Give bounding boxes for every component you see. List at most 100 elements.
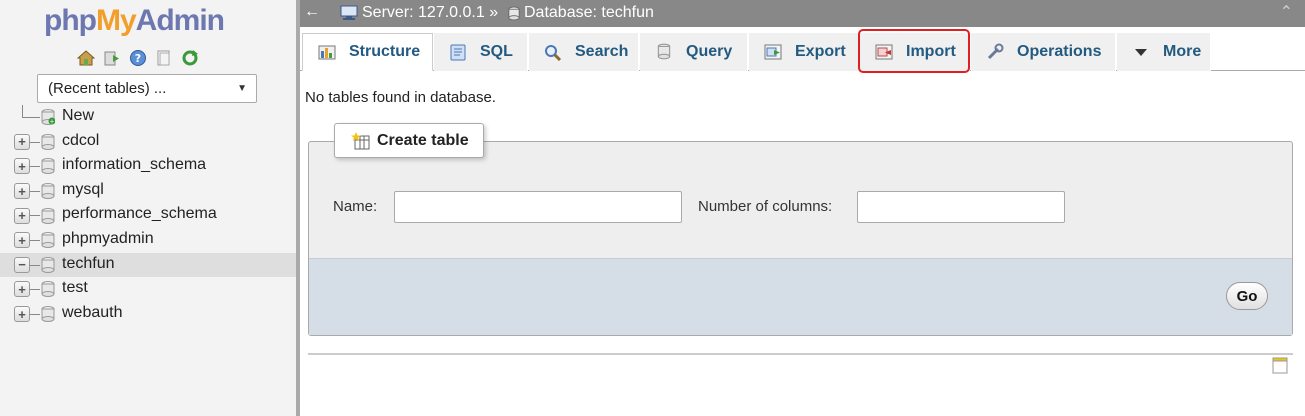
tab-label: Import (906, 43, 956, 60)
wrench-icon (985, 43, 1005, 61)
tab-label: Query (686, 43, 733, 60)
expand-icon[interactable]: + (14, 232, 30, 249)
tree-connector (30, 141, 40, 143)
go-button[interactable]: Go (1226, 282, 1268, 310)
tab-label: Structure (349, 43, 421, 60)
no-tables-message: No tables found in database. (305, 89, 496, 106)
tree-item-cdcol[interactable]: + cdcol (0, 130, 296, 155)
tab-query[interactable]: Query (640, 33, 748, 71)
tree-item-label[interactable]: information_schema (62, 156, 206, 174)
tree-item-label[interactable]: mysql (62, 181, 104, 199)
new-table-icon (351, 131, 370, 149)
help-icon[interactable]: ? (129, 49, 147, 67)
console-icon[interactable] (1272, 356, 1288, 374)
phpmyadmin-logo[interactable]: phpMyAdmin (44, 4, 225, 38)
database-tree: + New + cdcol + information_schema + mys… (0, 105, 296, 326)
expand-icon[interactable]: + (14, 281, 30, 298)
tab-label: More (1163, 43, 1202, 60)
tree-item-mysql[interactable]: + mysql (0, 179, 296, 204)
tab-label: Export (795, 43, 846, 60)
tree-connector (30, 313, 40, 315)
query-icon (654, 43, 674, 61)
navigation-panel: phpMyAdmin ? (Recent tables) ... ▼ + New (0, 0, 296, 416)
breadcrumb-bar: ← Server: 127.0.0.1 » Database: techfun … (300, 0, 1305, 27)
tree-connector (30, 289, 40, 291)
tree-item-label[interactable]: New (62, 107, 94, 125)
caret-down-icon (1131, 43, 1151, 61)
back-arrow-icon[interactable]: ← (304, 3, 320, 21)
search-icon (543, 43, 563, 61)
server-icon (340, 5, 358, 20)
svg-text:+: + (49, 119, 54, 126)
new-database-icon: + (41, 109, 55, 126)
structure-icon (317, 43, 337, 61)
number-of-columns-input[interactable] (857, 191, 1065, 223)
database-icon (41, 183, 55, 200)
tree-connector (30, 264, 40, 266)
tree-item-label[interactable]: performance_schema (62, 205, 217, 223)
import-icon (874, 43, 894, 61)
docs-icon[interactable] (155, 49, 173, 67)
tree-item-techfun[interactable]: − techfun (0, 252, 296, 278)
tree-connector (30, 190, 40, 192)
database-icon (41, 133, 55, 150)
tree-item-performance-schema[interactable]: + performance_schema (0, 203, 296, 228)
tree-connector (30, 166, 40, 168)
tree-connector (30, 215, 40, 217)
expand-icon[interactable]: + (14, 306, 30, 323)
tree-item-label[interactable]: phpmyadmin (62, 230, 154, 248)
expand-icon[interactable]: + (14, 183, 30, 200)
reload-icon[interactable] (181, 49, 199, 67)
tree-item-label[interactable]: webauth (62, 304, 123, 322)
tab-export[interactable]: Export (749, 33, 859, 71)
tab-import[interactable]: Import (860, 33, 970, 71)
database-icon (41, 232, 55, 249)
create-table-title: Create table (377, 131, 469, 149)
fieldset-footer (309, 258, 1292, 335)
tree-item-new[interactable]: + New (0, 105, 296, 130)
tree-item-information-schema[interactable]: + information_schema (0, 154, 296, 179)
tree-item-test[interactable]: + test (0, 277, 296, 302)
create-table-legend: Create table (334, 123, 484, 158)
sql-icon (448, 43, 468, 61)
tree-connector (22, 117, 40, 118)
divider (308, 353, 1293, 355)
collapse-icon[interactable]: − (14, 256, 30, 273)
tree-connector (22, 105, 23, 117)
tab-structure[interactable]: Structure (302, 33, 433, 71)
expand-icon[interactable]: + (14, 158, 30, 175)
breadcrumb-database[interactable]: Database: techfun (524, 4, 654, 22)
recent-tables-select[interactable]: (Recent tables) ... ▼ (37, 74, 257, 103)
tab-label: SQL (480, 43, 513, 60)
expand-icon[interactable]: + (14, 207, 30, 224)
tree-item-label[interactable]: techfun (62, 255, 114, 273)
database-icon (41, 207, 55, 224)
chevron-down-icon: ▼ (237, 83, 247, 94)
quick-links: ? (77, 49, 199, 67)
home-icon[interactable] (77, 49, 95, 67)
breadcrumb-server[interactable]: Server: 127.0.0.1 » (362, 4, 498, 22)
tree-item-label[interactable]: cdcol (62, 132, 99, 150)
database-icon (41, 306, 55, 323)
tab-sql[interactable]: SQL (434, 33, 528, 71)
export-icon (763, 43, 783, 61)
name-label: Name: (333, 198, 378, 215)
database-icon (41, 281, 55, 298)
tree-item-label[interactable]: test (62, 279, 88, 297)
expand-icon[interactable]: + (14, 133, 30, 150)
tree-item-webauth[interactable]: + webauth (0, 302, 296, 327)
collapse-menu-icon[interactable]: ⌃ (1280, 2, 1293, 22)
database-icon (41, 158, 55, 175)
logout-icon[interactable] (103, 49, 121, 67)
tree-item-phpmyadmin[interactable]: + phpmyadmin (0, 228, 296, 253)
tab-label: Operations (1017, 43, 1102, 60)
tab-more[interactable]: More (1117, 33, 1211, 71)
table-name-input[interactable] (394, 191, 682, 223)
database-icon (41, 256, 55, 273)
tab-search[interactable]: Search (529, 33, 639, 71)
number-of-columns-label: Number of columns: (698, 198, 833, 215)
svg-text:?: ? (135, 52, 141, 65)
top-menu-tabs: Structure SQL Search Query Export Import… (300, 33, 1305, 71)
tab-label: Search (575, 43, 629, 60)
tab-operations[interactable]: Operations (971, 33, 1116, 71)
